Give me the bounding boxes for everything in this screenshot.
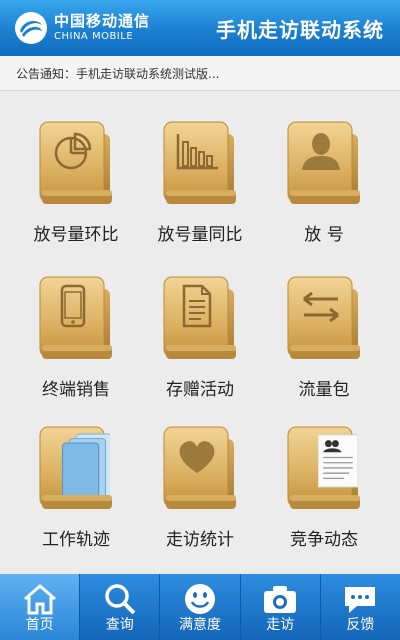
tab-satisfaction[interactable]: 满意度 [160, 574, 241, 640]
tile-cunzeng-huodong[interactable]: 存赠活动 [138, 265, 262, 405]
tile-label: 工作轨迹 [42, 530, 110, 550]
tab-home[interactable]: 首页 [0, 574, 81, 640]
tab-label: 满意度 [179, 617, 221, 633]
bottom-tab-bar: 首页 查询 满意度 走访 反馈 [0, 574, 400, 640]
pie-chart-icon [54, 132, 92, 170]
tile-gongzuo-guiji[interactable]: 工作轨迹 [14, 415, 138, 555]
tab-label: 反馈 [346, 617, 375, 633]
contact-card-icon [318, 434, 358, 488]
document-icon [182, 284, 212, 328]
phone-icon [60, 284, 86, 328]
brand-name-cn: 中国移动通信 [54, 12, 151, 30]
tab-visit[interactable]: 走访 [241, 574, 321, 640]
user-icon [302, 133, 340, 170]
app-title: 手机走访联动系统 [216, 18, 384, 42]
tile-zhongduan-xiaoshou[interactable]: 终端销售 [14, 265, 138, 405]
tile-fanghao-huanbi[interactable]: 放号量环比 [14, 110, 138, 250]
tile-liuliangbao[interactable]: 流量包 [262, 265, 386, 405]
chat-bubble-icon [345, 587, 376, 613]
tab-label: 查询 [105, 617, 134, 633]
smiley-icon [185, 584, 215, 614]
tab-feedback[interactable]: 反馈 [321, 574, 400, 640]
tile-zoufang-tongji[interactable]: 走访统计 [138, 415, 262, 555]
tile-label: 放号量环比 [33, 225, 119, 245]
search-icon [105, 584, 136, 615]
tile-jingzheng-dongtai[interactable]: 竞争动态 [262, 415, 386, 555]
brand-name-en: CHINA MOBILE [54, 31, 134, 42]
tile-fanghao[interactable]: 放 号 [262, 110, 386, 250]
transfer-arrows-icon [303, 291, 339, 323]
tile-label: 走访统计 [166, 530, 234, 550]
tab-label: 首页 [25, 617, 54, 633]
tile-label: 放 号 [304, 225, 344, 245]
tile-label: 竞争动态 [290, 530, 358, 550]
brand: 中国移动通信 CHINA MOBILE [14, 11, 150, 45]
bar-chart-icon [176, 134, 218, 170]
notice-bar[interactable]: 公告通知：手机走访联动系统测试版... [0, 56, 400, 91]
heart-icon [179, 441, 215, 473]
home-icon [23, 584, 56, 615]
tile-fanghao-tongbi[interactable]: 放号量同比 [138, 110, 262, 250]
blue-pages-icon [61, 433, 110, 495]
tile-label: 流量包 [298, 380, 350, 400]
tile-label: 放号量同比 [157, 225, 243, 245]
camera-icon [264, 586, 297, 613]
tile-label: 存赠活动 [166, 380, 234, 400]
notice-text: 公告通知：手机走访联动系统测试版... [16, 66, 220, 81]
tile-label: 终端销售 [42, 380, 110, 400]
app-header: 中国移动通信 CHINA MOBILE 手机走访联动系统 [0, 0, 400, 56]
tab-label: 走访 [266, 617, 295, 633]
tab-search[interactable]: 查询 [80, 574, 161, 640]
china-mobile-logo [15, 12, 47, 44]
